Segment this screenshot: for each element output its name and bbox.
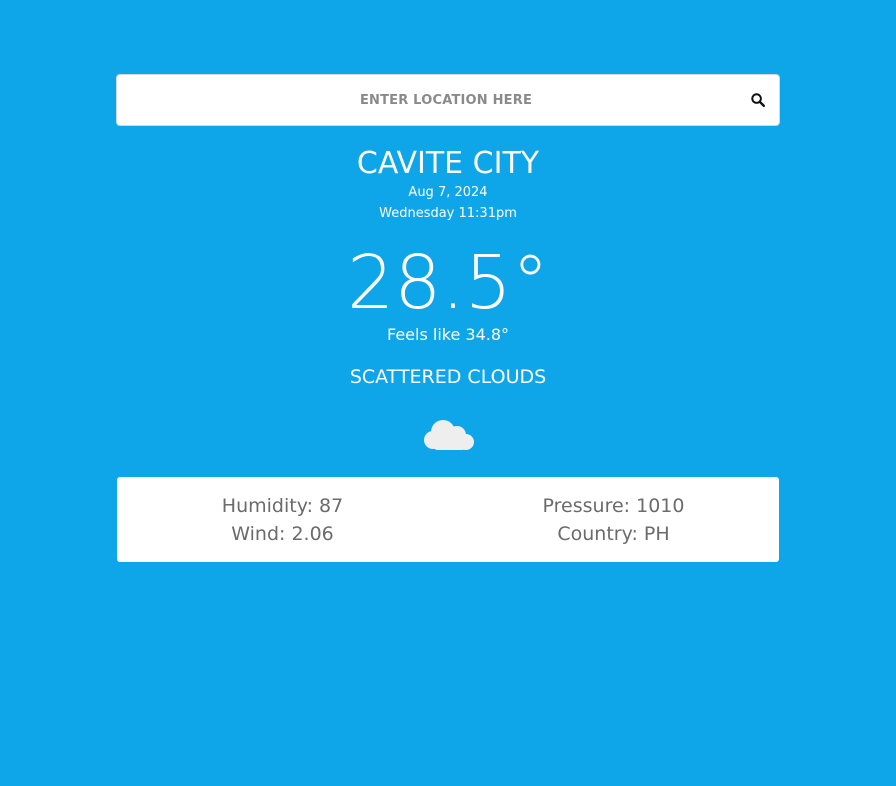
wind-stat: Wind: 2.06 (231, 522, 334, 545)
search-bar (116, 74, 780, 126)
cloud-icon (424, 420, 474, 450)
city-name: CAVITE CITY (356, 146, 540, 181)
temperature: 28.5° (347, 240, 549, 326)
weather-app: CAVITE CITY Aug 7, 2024 Wednesday 11:31p… (0, 0, 896, 786)
current-date: Aug 7, 2024 (408, 185, 488, 200)
weather-description: SCATTERED CLOUDS (349, 366, 547, 388)
location-search-input[interactable] (117, 74, 737, 126)
search-icon (751, 93, 765, 107)
search-button[interactable] (737, 75, 779, 125)
weather-details-card: Humidity: 87 Pressure: 1010 Wind: 2.06 C… (117, 477, 779, 562)
pressure-stat: Pressure: 1010 (542, 494, 685, 517)
current-day-time: Wednesday 11:31pm (379, 206, 517, 221)
humidity-stat: Humidity: 87 (221, 494, 344, 517)
feels-like: Feels like 34.8° (386, 325, 510, 344)
country-stat: Country: PH (557, 522, 670, 545)
